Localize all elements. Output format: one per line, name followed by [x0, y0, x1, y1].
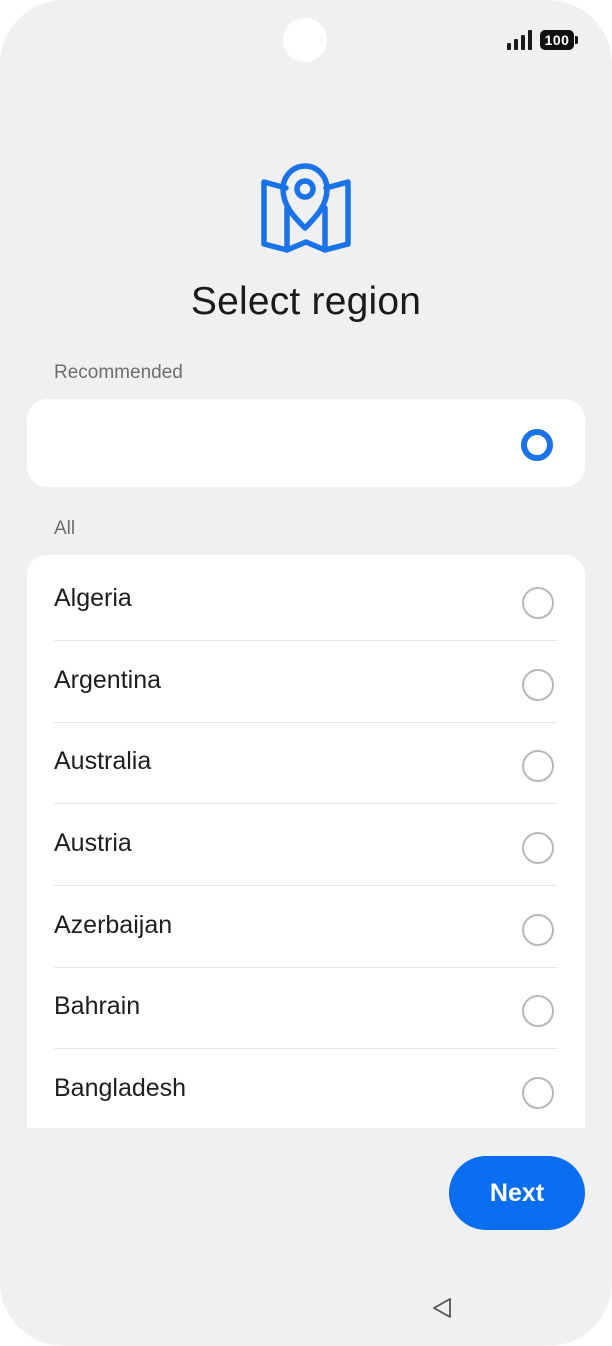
- radio-button-icon[interactable]: [522, 669, 554, 701]
- region-label: Austria: [54, 829, 132, 857]
- radio-button-icon[interactable]: [522, 914, 554, 946]
- region-item-austria[interactable]: Austria: [54, 804, 558, 886]
- region-item-australia[interactable]: Australia: [54, 722, 558, 804]
- recommended-region-item[interactable]: [27, 399, 585, 487]
- map-pin-icon: [261, 163, 351, 253]
- radio-selected-icon[interactable]: [521, 429, 553, 461]
- radio-button-icon[interactable]: [522, 587, 554, 619]
- region-item-bangladesh[interactable]: Bangladesh: [54, 1049, 558, 1128]
- status-bar: 100: [507, 30, 578, 50]
- region-label: Bahrain: [54, 992, 141, 1020]
- next-button[interactable]: Next: [449, 1156, 585, 1230]
- all-section-label: All: [54, 518, 76, 539]
- front-camera: [283, 18, 327, 62]
- battery-level: 100: [544, 32, 570, 48]
- region-label: Australia: [54, 747, 152, 775]
- battery-icon: 100: [540, 30, 578, 50]
- radio-button-icon[interactable]: [522, 750, 554, 782]
- recommended-section-label: Recommended: [54, 362, 183, 383]
- region-label: Azerbaijan: [54, 911, 173, 939]
- region-item-azerbaijan[interactable]: Azerbaijan: [54, 886, 558, 968]
- region-item-argentina[interactable]: Argentina: [54, 641, 558, 723]
- region-item-algeria[interactable]: Algeria: [54, 559, 558, 641]
- region-list[interactable]: Algeria Argentina Australia Austria Azer…: [27, 555, 585, 1128]
- page-title: Select region: [190, 280, 422, 323]
- region-item-bahrain[interactable]: Bahrain: [54, 967, 558, 1049]
- radio-button-icon[interactable]: [522, 1077, 554, 1109]
- region-label: Bangladesh: [54, 1074, 187, 1102]
- signal-bars-icon: [507, 30, 532, 50]
- back-triangle-icon[interactable]: [430, 1296, 454, 1320]
- radio-button-icon[interactable]: [522, 995, 554, 1027]
- region-label: Argentina: [54, 666, 162, 694]
- region-label: Algeria: [54, 584, 132, 612]
- phone-screen: 100 Select region Recommended All Algeri…: [0, 0, 612, 1346]
- radio-button-icon[interactable]: [522, 832, 554, 864]
